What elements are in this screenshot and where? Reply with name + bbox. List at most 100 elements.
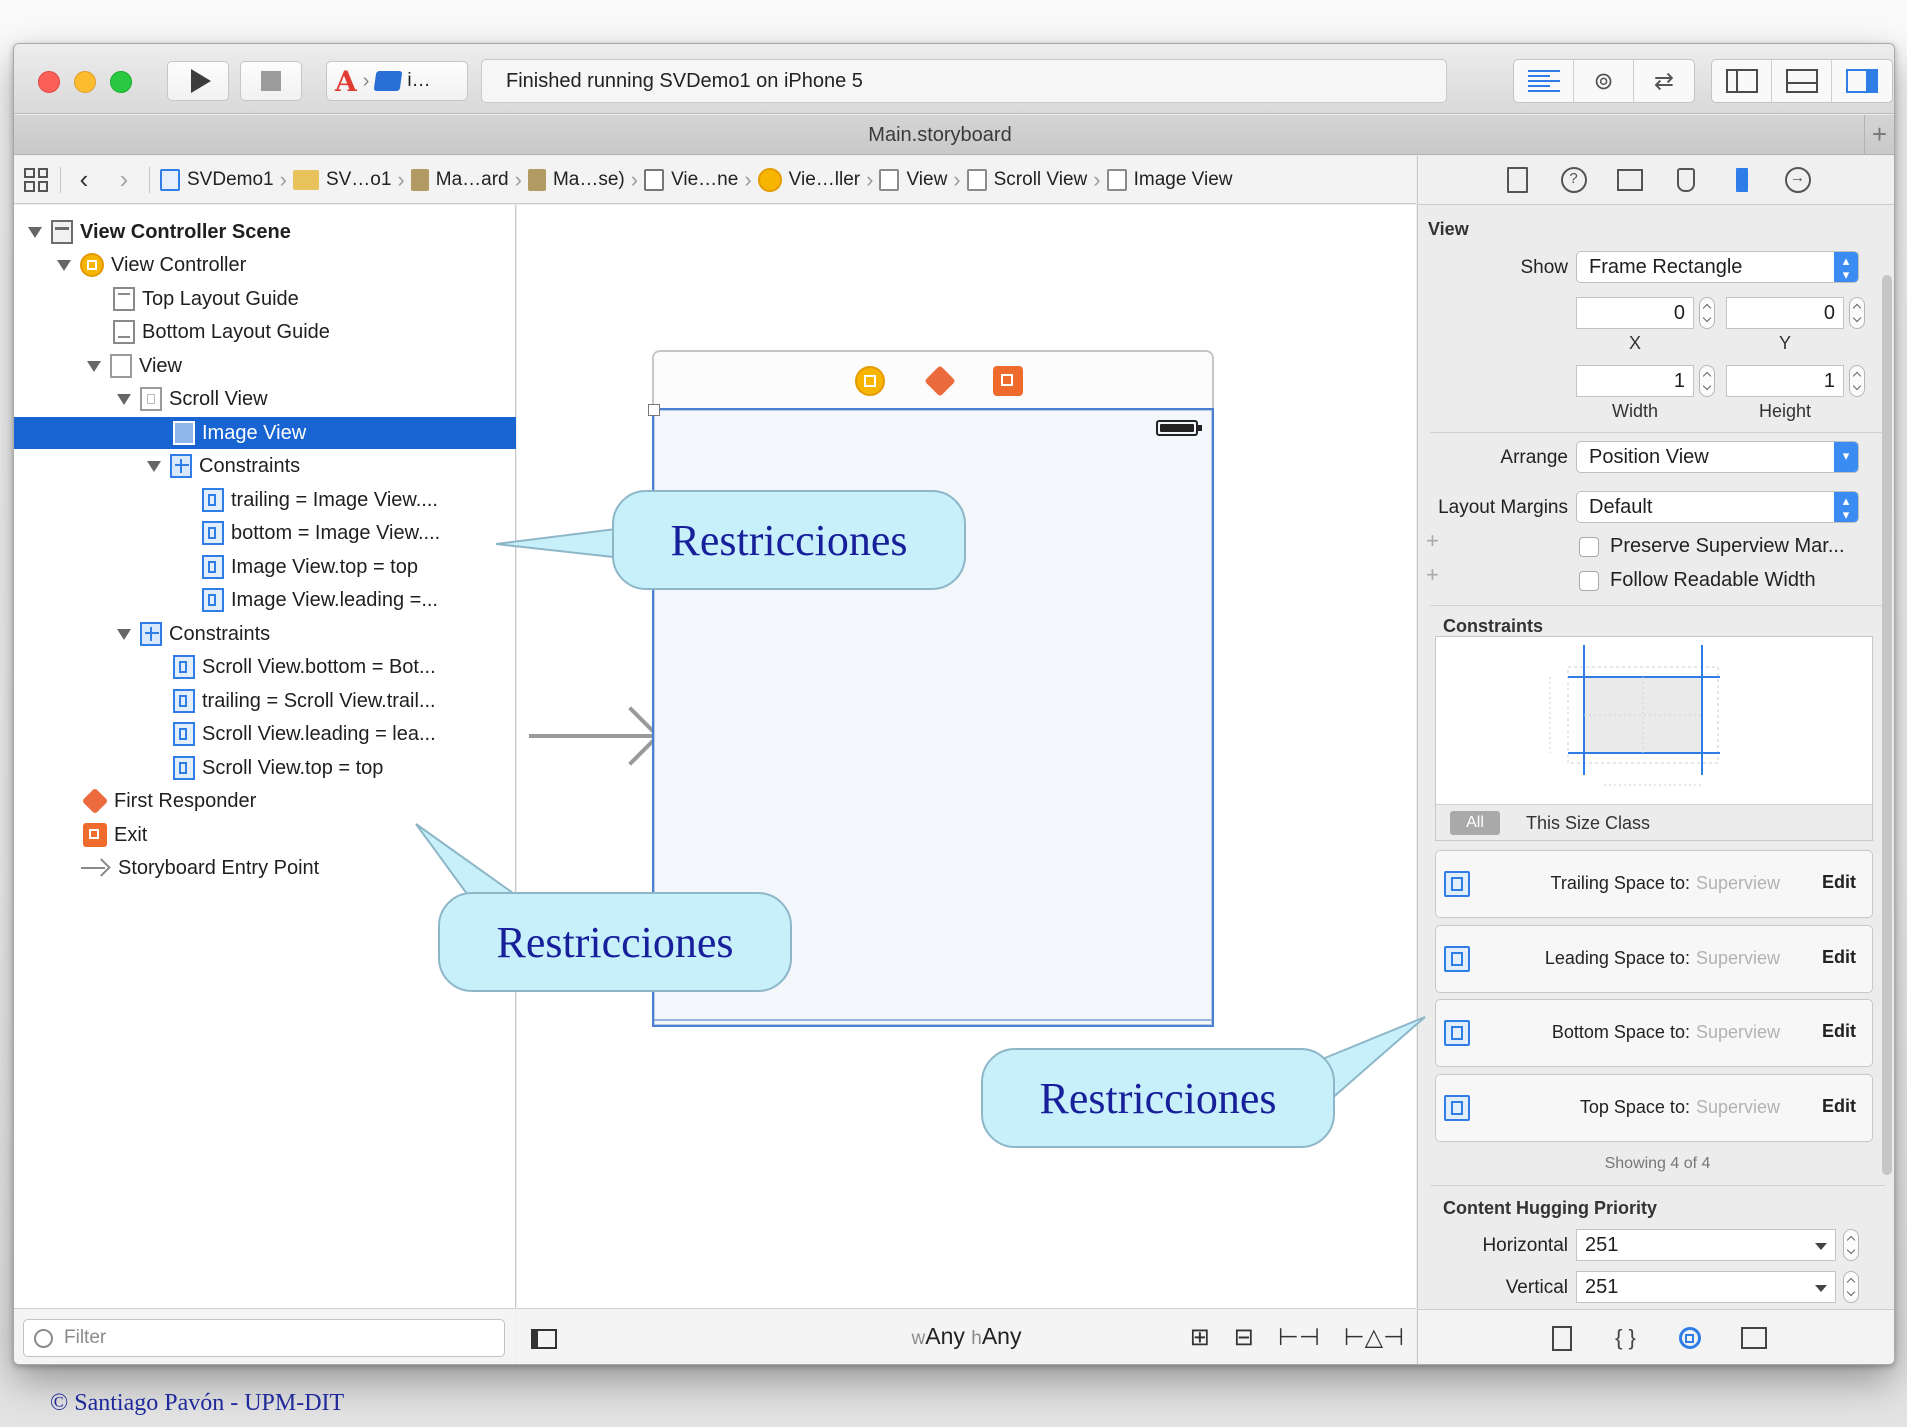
- back-button[interactable]: ‹: [71, 164, 97, 195]
- version-editor-button[interactable]: ⇄: [1634, 60, 1694, 102]
- layout-margins-popup[interactable]: Default ▴ ▾: [1576, 491, 1859, 523]
- preserve-superview-margins-checkbox[interactable]: [1579, 537, 1599, 557]
- breadcrumb-group[interactable]: SV…o1: [292, 169, 391, 191]
- filter-size-class-button[interactable]: This Size Class: [1526, 805, 1650, 841]
- assistant-editor-button[interactable]: ⊚: [1574, 60, 1634, 102]
- exit-icon[interactable]: [993, 366, 1023, 396]
- constraint-card-bottom[interactable]: Bottom Space to: Superview Edit: [1435, 999, 1873, 1067]
- vertical-priority-combo[interactable]: 251: [1576, 1271, 1836, 1303]
- storyboard-entry-arrow[interactable]: [529, 706, 664, 766]
- breadcrumb-base[interactable]: Ma…se): [527, 168, 625, 191]
- constraint-card-leading[interactable]: Leading Space to: Superview Edit: [1435, 925, 1873, 993]
- media-library-icon[interactable]: [1740, 1324, 1768, 1352]
- filter-all-button[interactable]: All: [1450, 811, 1500, 835]
- outline-row-scroll-view[interactable]: Scroll View: [14, 383, 516, 415]
- disclosure-triangle-icon[interactable]: [147, 460, 161, 472]
- outline-row-exit[interactable]: Exit: [14, 819, 516, 851]
- minimize-window-button[interactable]: [74, 71, 96, 93]
- y-field[interactable]: 0: [1726, 297, 1844, 329]
- breadcrumb-storyboard[interactable]: Ma…ard: [410, 168, 509, 191]
- disclosure-triangle-icon[interactable]: [28, 226, 42, 238]
- disclosure-triangle-icon[interactable]: [57, 259, 71, 271]
- stack-icon[interactable]: ⊞: [1190, 1323, 1210, 1352]
- breadcrumb-image-view[interactable]: Image View: [1106, 168, 1233, 191]
- toggle-navigator-button[interactable]: [1712, 60, 1772, 102]
- scheme-selector[interactable]: A › i…: [326, 61, 468, 101]
- width-stepper[interactable]: [1699, 365, 1715, 397]
- add-variation-icon[interactable]: +: [1426, 562, 1439, 588]
- outline-row-constraint[interactable]: Scroll View.leading = lea...: [14, 718, 516, 750]
- height-stepper[interactable]: [1849, 365, 1865, 397]
- align-icon[interactable]: ⊟: [1234, 1323, 1254, 1352]
- outline-row-constraint[interactable]: bottom = Image View....: [14, 517, 516, 549]
- outline-row-scroll-constraints[interactable]: Constraints: [14, 618, 516, 650]
- outline-row-scene[interactable]: View Controller Scene: [14, 216, 516, 248]
- outline-row-image-view[interactable]: Image View: [14, 417, 516, 449]
- outline-row-constraint[interactable]: Scroll View.top = top: [14, 752, 516, 784]
- width-field[interactable]: 1: [1576, 365, 1694, 397]
- edit-constraint-button[interactable]: Edit: [1822, 872, 1856, 893]
- x-field[interactable]: 0: [1576, 297, 1694, 329]
- x-stepper[interactable]: [1699, 297, 1715, 329]
- outline-row-entry-point[interactable]: Storyboard Entry Point: [14, 852, 516, 884]
- outline-row-constraint[interactable]: Image View.top = top: [14, 551, 516, 583]
- outline-row-view-controller[interactable]: View Controller: [14, 249, 516, 281]
- add-tab-button[interactable]: +: [1864, 115, 1894, 155]
- size-inspector-icon[interactable]: [1726, 164, 1758, 196]
- constraint-card-top[interactable]: Top Space to: Superview Edit: [1435, 1074, 1873, 1142]
- run-button[interactable]: [167, 61, 229, 101]
- outline-filter-input[interactable]: Filter: [23, 1319, 505, 1357]
- toggle-debug-area-button[interactable]: [1772, 60, 1832, 102]
- file-inspector-icon[interactable]: [1502, 164, 1534, 196]
- connections-inspector-icon[interactable]: [1782, 164, 1814, 196]
- outline-row-first-responder[interactable]: First Responder: [14, 785, 516, 817]
- outline-row-bottom-layout-guide[interactable]: Bottom Layout Guide: [14, 316, 516, 348]
- outline-row-constraint[interactable]: trailing = Image View....: [14, 484, 516, 516]
- outline-row-top-layout-guide[interactable]: Top Layout Guide: [14, 283, 516, 315]
- add-variation-icon[interactable]: +: [1426, 528, 1439, 554]
- related-items-icon[interactable]: [24, 167, 48, 192]
- resize-handle[interactable]: [648, 404, 660, 416]
- quick-help-icon[interactable]: [1558, 164, 1590, 196]
- view-controller-icon[interactable]: [855, 366, 885, 396]
- breadcrumb-project[interactable]: SVDemo1: [160, 168, 274, 191]
- inspector-scrollbar[interactable]: [1882, 275, 1892, 1175]
- zoom-window-button[interactable]: [110, 71, 132, 93]
- disclosure-triangle-icon[interactable]: [117, 393, 131, 405]
- object-library-icon[interactable]: [1676, 1324, 1704, 1352]
- outline-row-constraint[interactable]: trailing = Scroll View.trail...: [14, 685, 516, 717]
- horizontal-priority-combo[interactable]: 251: [1576, 1229, 1836, 1261]
- outline-row-constraint[interactable]: Image View.leading =...: [14, 584, 516, 616]
- close-window-button[interactable]: [38, 71, 60, 93]
- breadcrumb-scroll-view[interactable]: Scroll View: [966, 168, 1087, 191]
- pin-icon[interactable]: ⊢⊣: [1278, 1323, 1320, 1352]
- follow-readable-width-checkbox[interactable]: [1579, 571, 1599, 591]
- resolve-issues-icon[interactable]: ⊢△⊣: [1344, 1323, 1404, 1352]
- standard-editor-button[interactable]: [1514, 60, 1574, 102]
- arrange-popup[interactable]: Position View ▾: [1576, 441, 1859, 473]
- breadcrumb-view[interactable]: View: [879, 168, 947, 191]
- height-field[interactable]: 1: [1726, 365, 1844, 397]
- disclosure-triangle-icon[interactable]: [117, 628, 131, 640]
- vertical-priority-stepper[interactable]: [1843, 1271, 1859, 1303]
- constraint-card-trailing[interactable]: Trailing Space to: Superview Edit: [1435, 850, 1873, 918]
- attributes-inspector-icon[interactable]: [1670, 164, 1702, 196]
- horizontal-priority-stepper[interactable]: [1843, 1229, 1859, 1261]
- outline-row-view[interactable]: View: [14, 350, 516, 382]
- tab-main-storyboard[interactable]: Main.storyboard: [14, 124, 1866, 147]
- edit-constraint-button[interactable]: Edit: [1822, 947, 1856, 968]
- breadcrumb-scene[interactable]: Vie…ne: [644, 168, 738, 191]
- disclosure-triangle-icon[interactable]: [87, 360, 101, 372]
- edit-constraint-button[interactable]: Edit: [1822, 1021, 1856, 1042]
- code-snippet-library-icon[interactable]: { }: [1612, 1324, 1640, 1352]
- file-template-library-icon[interactable]: [1548, 1324, 1576, 1352]
- forward-button[interactable]: ›: [111, 164, 137, 195]
- edit-constraint-button[interactable]: Edit: [1822, 1096, 1856, 1117]
- first-responder-icon[interactable]: [924, 365, 956, 397]
- toggle-utilities-button[interactable]: [1832, 60, 1892, 102]
- show-popup[interactable]: Frame Rectangle ▴ ▾: [1576, 251, 1859, 283]
- outline-row-constraint[interactable]: Scroll View.bottom = Bot...: [14, 651, 516, 683]
- y-stepper[interactable]: [1849, 297, 1865, 329]
- outline-row-image-constraints[interactable]: Constraints: [14, 450, 516, 482]
- breadcrumb-view-controller[interactable]: Vie…ller: [757, 167, 860, 192]
